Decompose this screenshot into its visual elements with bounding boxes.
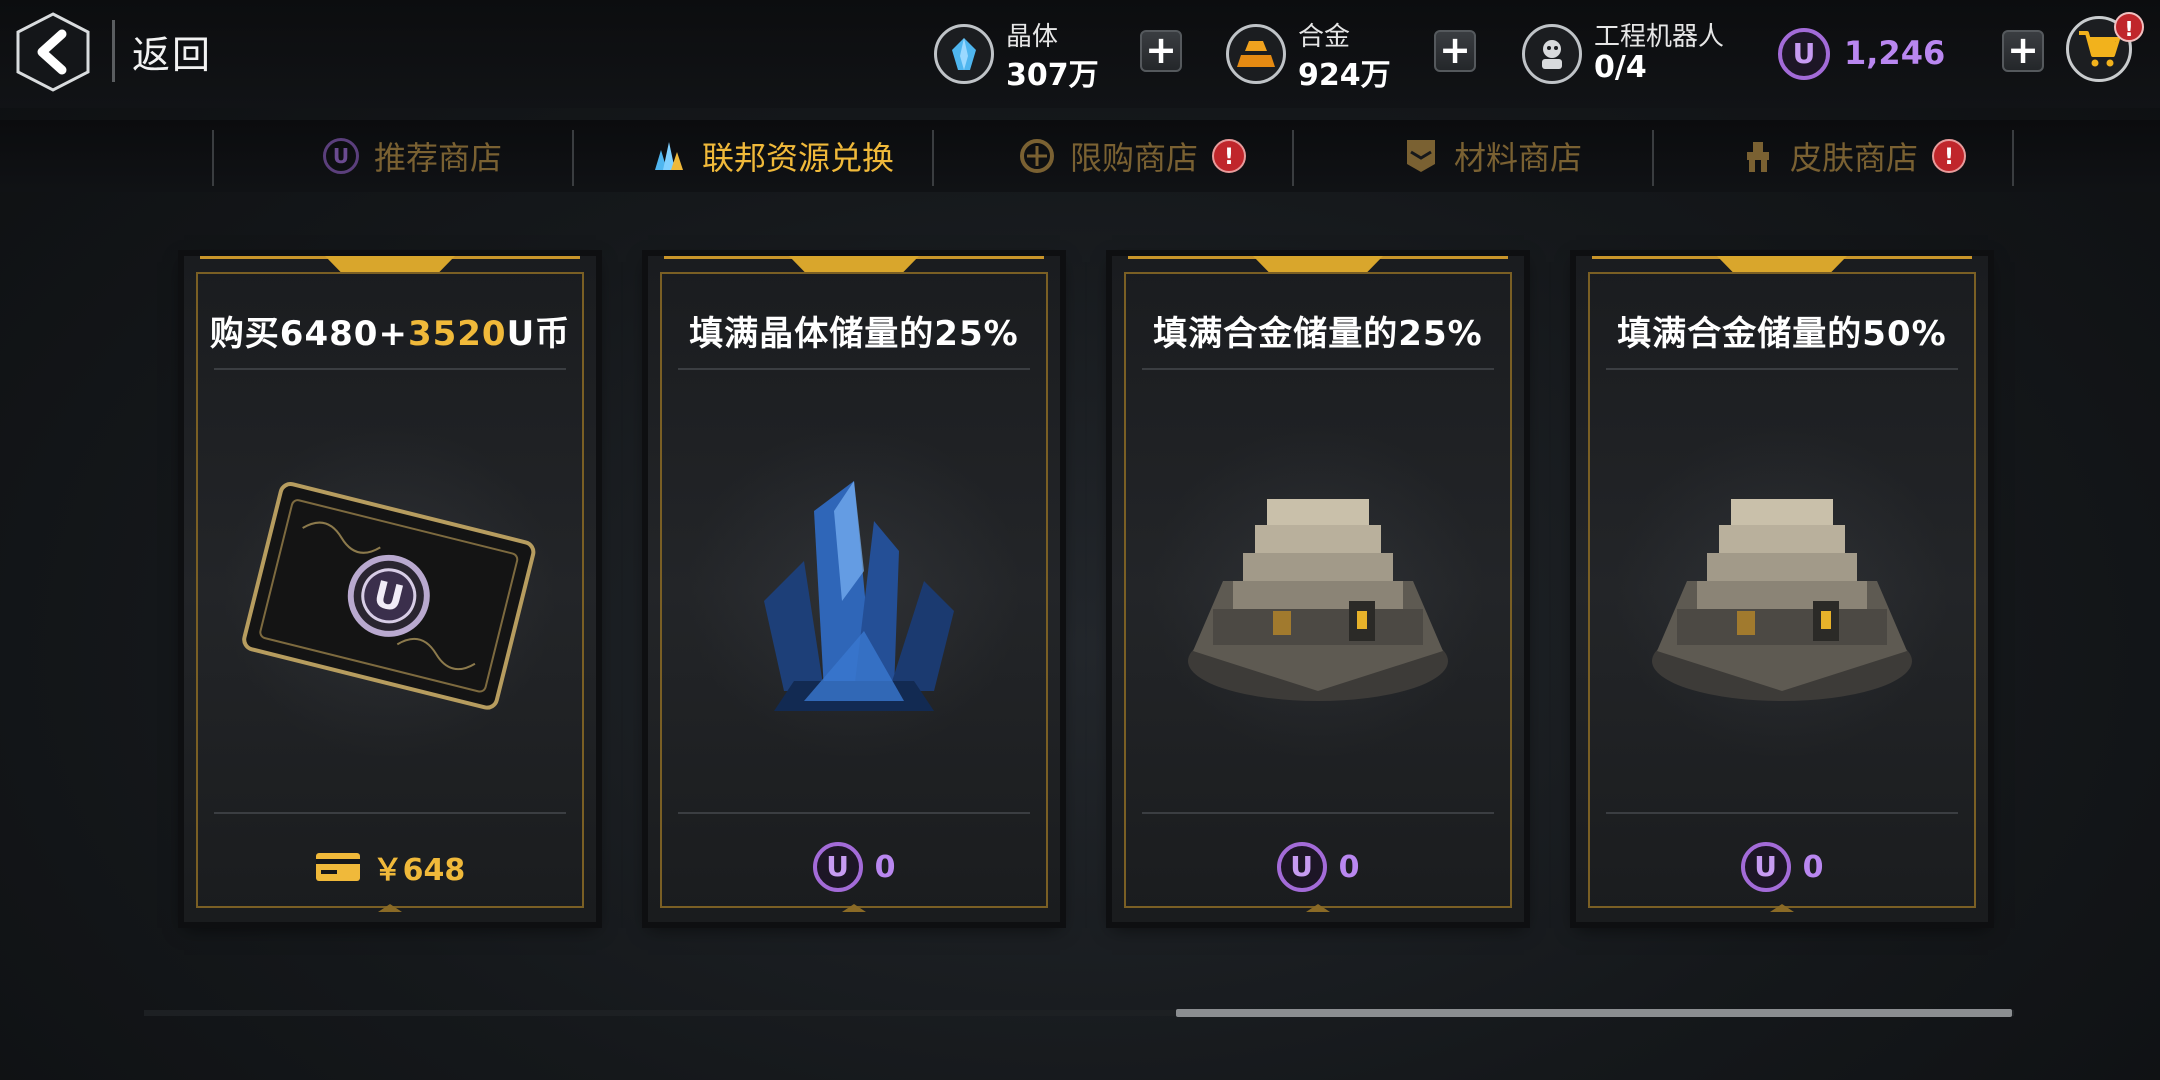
price-row: U 0 [1112, 842, 1524, 892]
card-top-ornament [1253, 256, 1383, 272]
shop-tabs: U 推荐商店 联邦资源兑换 限购商店 ! 材料商店 皮肤商店 ! [0, 120, 2160, 192]
material-icon [1402, 137, 1440, 175]
tab-separator [2012, 130, 2014, 186]
tab-alert-badge: ! [1932, 139, 1966, 173]
tab-label: 限购商店 [1069, 139, 1198, 177]
u-coin-icon: U [322, 137, 360, 175]
crystal-icon [934, 24, 994, 84]
add-crystal-button[interactable]: + [1140, 30, 1182, 72]
back-arrow-icon [16, 12, 90, 92]
card-divider [214, 812, 566, 814]
horizontal-scrollbar-thumb[interactable] [1176, 1009, 2012, 1017]
limited-icon [1018, 137, 1056, 175]
card-title: 填满晶体储量的25% [689, 314, 1019, 354]
price-row: U 0 [648, 842, 1060, 892]
header-divider [112, 20, 115, 82]
cart-alert-badge: ! [2114, 12, 2144, 42]
tab-recommended-shop[interactable]: U 推荐商店 [232, 126, 592, 186]
tab-alert-badge: ! [1212, 139, 1246, 173]
shop-card-alloy-fill-50[interactable]: 填满合金储量的50% U 0 [1576, 256, 1988, 922]
u-coin-icon: U [1778, 28, 1830, 80]
tab-separator [932, 130, 934, 186]
shop-card-alloy-fill-25[interactable]: 填满合金储量的25% U 0 [1112, 256, 1524, 922]
price-amount: 0 [1338, 849, 1360, 885]
card-top-ornament [789, 256, 919, 272]
card-divider [1142, 368, 1494, 370]
resource-name: 合金 [1298, 22, 1351, 52]
tab-label: 联邦资源兑换 [701, 139, 894, 177]
card-title: 购买6480+3520U币 [209, 314, 571, 354]
price-row: U 0 [1576, 842, 1988, 892]
cart-icon [2079, 31, 2120, 67]
card-title: 填满合金储量的25% [1153, 314, 1483, 354]
card-divider [1142, 812, 1494, 814]
tab-limited-shop[interactable]: 限购商店 ! [952, 126, 1312, 186]
price-amount: 0 [874, 849, 896, 885]
card-divider [1606, 812, 1958, 814]
tab-separator [1292, 130, 1294, 186]
alloy-ingots-image [1606, 376, 1958, 806]
tab-skin-shop[interactable]: 皮肤商店 ! [1672, 126, 2032, 186]
u-coin-icon: U [1276, 842, 1327, 892]
card-divider [1606, 368, 1958, 370]
card-divider [678, 368, 1030, 370]
tab-material-shop[interactable]: 材料商店 [1312, 126, 1672, 186]
resource-name: 晶体 [1006, 22, 1059, 52]
resource-value: 924万 [1298, 58, 1391, 93]
tab-label: 推荐商店 [373, 139, 502, 177]
tab-federation-exchange[interactable]: 联邦资源兑换 [592, 126, 952, 186]
u-card-image: U [214, 376, 566, 806]
card-divider [214, 368, 566, 370]
back-label[interactable]: 返回 [132, 24, 212, 79]
price-row: ￥648 [184, 842, 596, 892]
card-top-ornament [1717, 256, 1847, 272]
price-amount: ￥648 [372, 853, 466, 888]
back-button[interactable] [14, 10, 92, 94]
u-coin-icon: U [1740, 842, 1791, 892]
card-top-ornament [325, 256, 455, 272]
add-alloy-button[interactable]: + [1434, 30, 1476, 72]
skin-icon [1738, 137, 1776, 175]
tab-label: 皮肤商店 [1789, 139, 1918, 177]
alloy-icon [1226, 24, 1286, 84]
u-coin-icon: U [812, 842, 863, 892]
u-coin-value: 1,246 [1844, 34, 1946, 72]
tab-label: 材料商店 [1453, 139, 1582, 177]
crystal-icon [650, 137, 688, 175]
crystal-cluster-image [678, 376, 1030, 806]
resource-value: 307万 [1006, 58, 1099, 93]
tab-separator [1652, 130, 1654, 186]
alloy-ingots-image [1142, 376, 1494, 806]
add-u-coin-button[interactable]: + [2002, 30, 2044, 72]
card-divider [678, 812, 1030, 814]
resource-value: 0/4 [1594, 50, 1647, 85]
robot-icon [1522, 24, 1582, 84]
card-title: 填满合金储量的50% [1617, 314, 1947, 354]
resource-name: 工程机器人 [1594, 22, 1725, 52]
top-bar: 返回 晶体 307万 + 合金 924万 + 工程机器人 0/4 U 1,246… [0, 0, 2160, 108]
card-payment-icon [315, 853, 360, 881]
tab-separator [212, 130, 214, 186]
tab-separator [572, 130, 574, 186]
shop-card-ucoin-pack[interactable]: 购买6480+3520U币 U ￥648 [184, 256, 596, 922]
price-amount: 0 [1802, 849, 1824, 885]
shop-card-crystal-fill[interactable]: 填满晶体储量的25% U 0 [648, 256, 1060, 922]
